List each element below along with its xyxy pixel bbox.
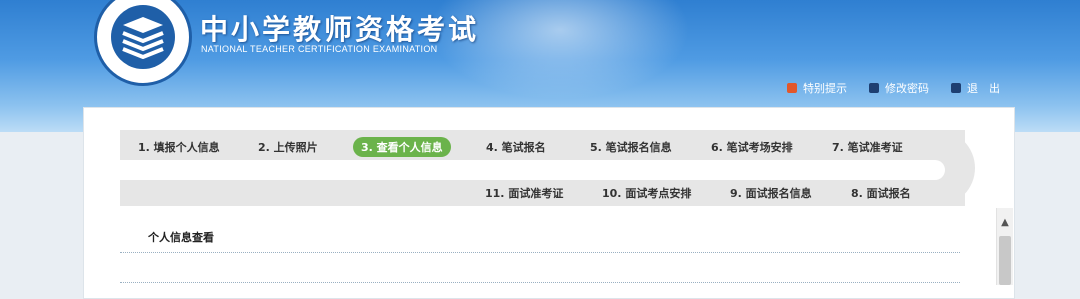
step-interview-registration-info[interactable]: 9. 面试报名信息 bbox=[730, 185, 812, 201]
step-written-admission-ticket[interactable]: 7. 笔试准考证 bbox=[832, 139, 903, 155]
section-divider bbox=[120, 252, 960, 253]
step-written-exam-room[interactable]: 6. 笔试考场安排 bbox=[711, 139, 793, 155]
vertical-scrollbar[interactable]: ▲ bbox=[996, 208, 1013, 285]
change-password-label: 修改密码 bbox=[885, 82, 929, 95]
site-subtitle: NATIONAL TEACHER CERTIFICATION EXAMINATI… bbox=[201, 44, 438, 54]
book-stack-icon bbox=[122, 17, 164, 59]
logout-label: 退 出 bbox=[967, 82, 1000, 95]
step-view-personal-info[interactable]: 3. 查看个人信息 bbox=[353, 137, 451, 157]
step-written-registration-info[interactable]: 5. 笔试报名信息 bbox=[590, 139, 672, 155]
step-upload-photo[interactable]: 2. 上传照片 bbox=[258, 139, 318, 155]
logout-link[interactable]: 退 出 bbox=[951, 80, 1000, 96]
scroll-thumb[interactable] bbox=[999, 236, 1011, 285]
password-icon bbox=[869, 83, 879, 93]
special-notice-label: 特别提示 bbox=[803, 82, 847, 95]
content-divider bbox=[120, 282, 960, 283]
scroll-up-icon[interactable]: ▲ bbox=[1000, 218, 1010, 228]
step-written-registration[interactable]: 4. 笔试报名 bbox=[486, 139, 546, 155]
top-links: 特别提示 修改密码 退 出 bbox=[787, 80, 1000, 96]
step-interview-venue[interactable]: 10. 面试考点安排 bbox=[602, 185, 691, 201]
change-password-link[interactable]: 修改密码 bbox=[869, 80, 929, 96]
special-notice-link[interactable]: 特别提示 bbox=[787, 80, 847, 96]
step-fill-personal-info[interactable]: 1. 填报个人信息 bbox=[138, 139, 220, 155]
step-interview-admission-ticket[interactable]: 11. 面试准考证 bbox=[485, 185, 563, 201]
site-title: 中小学教师资格考试 bbox=[200, 13, 480, 46]
step-track-gap bbox=[120, 160, 945, 180]
section-title: 个人信息查看 bbox=[148, 231, 214, 244]
step-interview-registration[interactable]: 8. 面试报名 bbox=[851, 185, 911, 201]
notice-icon bbox=[787, 83, 797, 93]
certification-emblem-logo bbox=[94, 0, 192, 86]
exit-icon bbox=[951, 83, 961, 93]
